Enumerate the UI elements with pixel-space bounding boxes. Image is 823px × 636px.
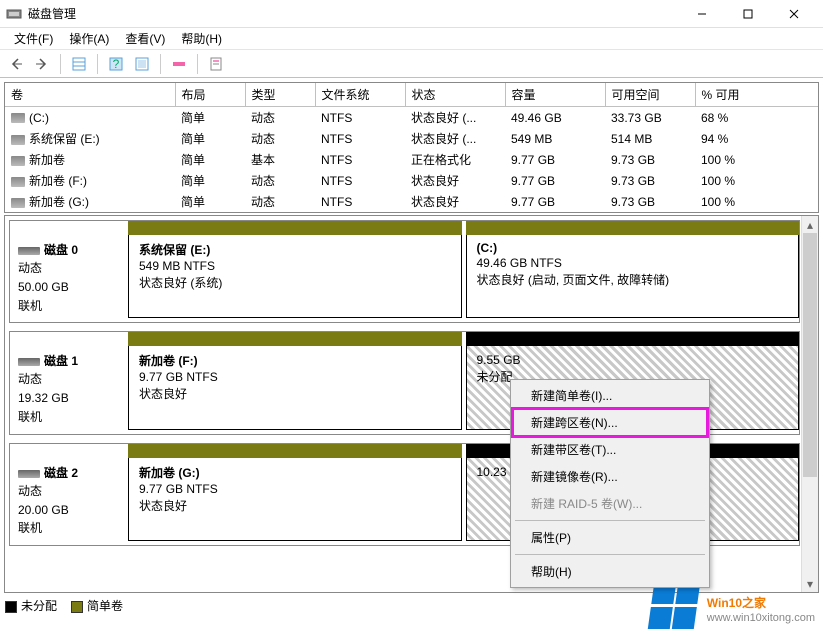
action-button[interactable] <box>167 53 191 75</box>
volume-icon <box>11 135 25 145</box>
watermark-brand2: 之家 <box>742 596 766 610</box>
app-icon <box>6 6 22 22</box>
context-menu-item[interactable]: 帮助(H) <box>513 558 707 585</box>
menu-view[interactable]: 查看(V) <box>117 28 173 49</box>
toolbar-separator <box>60 54 61 74</box>
col-free[interactable]: 可用空间 <box>605 83 695 107</box>
context-menu: 新建简单卷(I)...新建跨区卷(N)...新建带区卷(T)...新建镜像卷(R… <box>510 379 710 588</box>
context-menu-item[interactable]: 新建跨区卷(N)... <box>513 409 707 436</box>
forward-button[interactable] <box>30 53 54 75</box>
disk-label[interactable]: 磁盘 0动态50.00 GB联机 <box>10 221 128 322</box>
menu-separator <box>515 520 705 521</box>
menu-separator <box>515 554 705 555</box>
col-type[interactable]: 类型 <box>245 83 315 107</box>
table-row[interactable]: 系统保留 (E:)简单动态NTFS状态良好 (...549 MB514 MB94… <box>5 128 818 149</box>
legend-unallocated: 未分配 <box>5 597 57 614</box>
partition[interactable]: 系统保留 (E:)549 MB NTFS状态良好 (系统) <box>128 221 462 318</box>
disk-icon <box>18 247 40 255</box>
volume-icon <box>11 177 25 187</box>
context-menu-item: 新建 RAID-5 卷(W)... <box>513 490 707 517</box>
volume-icon <box>11 198 25 208</box>
partition[interactable]: 新加卷 (F:)9.77 GB NTFS状态良好 <box>128 332 462 429</box>
disk-row: 磁盘 0动态50.00 GB联机系统保留 (E:)549 MB NTFS状态良好… <box>9 220 800 323</box>
maximize-button[interactable] <box>725 0 771 28</box>
watermark-url: www.win10xitong.com <box>707 612 815 624</box>
col-cap[interactable]: 容量 <box>505 83 605 107</box>
scrollbar[interactable]: ▴ ▾ <box>801 216 818 592</box>
scroll-thumb[interactable] <box>803 233 817 477</box>
context-menu-item[interactable]: 新建带区卷(T)... <box>513 436 707 463</box>
col-fs[interactable]: 文件系统 <box>315 83 405 107</box>
col-pct[interactable]: % 可用 <box>695 83 818 107</box>
minimize-button[interactable] <box>679 0 725 28</box>
view-list-button[interactable] <box>67 53 91 75</box>
disk-label[interactable]: 磁盘 1动态19.32 GB联机 <box>10 332 128 433</box>
col-status[interactable]: 状态 <box>405 83 505 107</box>
back-button[interactable] <box>4 53 28 75</box>
menu-action[interactable]: 操作(A) <box>61 28 117 49</box>
svg-text:?: ? <box>113 57 120 71</box>
volume-table[interactable]: 卷 布局 类型 文件系统 状态 容量 可用空间 % 可用 (C:)简单动态NTF… <box>5 83 818 212</box>
table-row[interactable]: 新加卷简单基本NTFS正在格式化9.77 GB9.73 GB100 % <box>5 149 818 170</box>
table-row[interactable]: (C:)简单动态NTFS状态良好 (...49.46 GB33.73 GB68 … <box>5 107 818 129</box>
toolbar-separator <box>97 54 98 74</box>
help-button[interactable]: ? <box>104 53 128 75</box>
disk-icon <box>18 358 40 366</box>
menu-file[interactable]: 文件(F) <box>6 28 61 49</box>
properties-button[interactable] <box>204 53 228 75</box>
partition[interactable]: 新加卷 (G:)9.77 GB NTFS状态良好 <box>128 444 462 541</box>
context-menu-item[interactable]: 新建简单卷(I)... <box>513 382 707 409</box>
scroll-up-icon[interactable]: ▴ <box>802 216 818 233</box>
toolbar: ? <box>0 50 823 78</box>
window-title: 磁盘管理 <box>28 5 679 22</box>
title-bar: 磁盘管理 <box>0 0 823 28</box>
context-menu-item[interactable]: 属性(P) <box>513 524 707 551</box>
menu-help[interactable]: 帮助(H) <box>173 28 230 49</box>
legend-simple-volume: 简单卷 <box>71 597 123 614</box>
volume-icon <box>11 156 25 166</box>
context-menu-item[interactable]: 新建镜像卷(R)... <box>513 463 707 490</box>
volume-table-container: 卷 布局 类型 文件系统 状态 容量 可用空间 % 可用 (C:)简单动态NTF… <box>4 82 819 213</box>
window-controls <box>679 0 817 28</box>
legend: 未分配 简单卷 <box>5 597 123 614</box>
toolbar-separator <box>197 54 198 74</box>
refresh-button[interactable] <box>130 53 154 75</box>
volume-icon <box>11 113 25 123</box>
close-button[interactable] <box>771 0 817 28</box>
watermark: Win10之家 www.win10xitong.com <box>651 582 815 630</box>
col-volume[interactable]: 卷 <box>5 83 175 107</box>
menu-bar: 文件(F) 操作(A) 查看(V) 帮助(H) <box>0 28 823 50</box>
disk-icon <box>18 470 40 478</box>
table-row[interactable]: 新加卷 (G:)简单动态NTFS状态良好9.77 GB9.73 GB100 % <box>5 191 818 212</box>
partition[interactable]: (C:)49.46 GB NTFS状态良好 (启动, 页面文件, 故障转储) <box>466 221 800 318</box>
windows-logo-icon <box>647 582 702 630</box>
toolbar-separator <box>160 54 161 74</box>
col-layout[interactable]: 布局 <box>175 83 245 107</box>
watermark-brand1: Win10 <box>707 596 742 610</box>
table-row[interactable]: 新加卷 (F:)简单动态NTFS状态良好9.77 GB9.73 GB100 % <box>5 170 818 191</box>
disk-label[interactable]: 磁盘 2动态20.00 GB联机 <box>10 444 128 545</box>
